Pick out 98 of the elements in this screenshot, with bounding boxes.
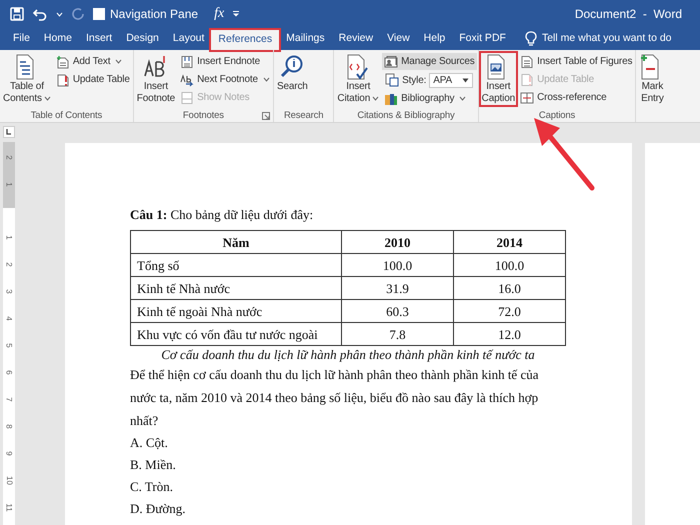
ribbon-small-icon — [56, 72, 70, 86]
formula-button[interactable]: fx — [214, 6, 224, 22]
caret-icon — [372, 96, 380, 101]
table-cell: 12.0 — [454, 322, 566, 346]
ruler-number: 7 — [4, 397, 14, 402]
table-header: 2010 — [342, 230, 454, 254]
save-icon[interactable] — [10, 7, 24, 21]
ribbon-small-icon — [520, 72, 534, 86]
caret-icon — [44, 96, 51, 101]
tab-selector-icon[interactable] — [3, 126, 15, 138]
ribbon-button[interactable]: Cross-reference — [518, 89, 634, 106]
group-label: Citations & Bibliography — [357, 110, 455, 121]
ruler-number: 1 — [4, 182, 14, 187]
caret-icon — [262, 77, 270, 82]
ribbon-tab[interactable]: Foxit PDF — [452, 28, 513, 50]
ribbon-button[interactable]: Insert Caption — [480, 52, 518, 106]
navigation-pane-checkbox[interactable] — [93, 8, 105, 20]
window-title: Document2 - Word — [574, 7, 682, 21]
ribbon-tab[interactable]: Help — [416, 28, 452, 50]
ruler-number: 10 — [4, 476, 14, 485]
customize-icon[interactable] — [232, 11, 240, 17]
table-cell: 31.9 — [342, 276, 454, 300]
table-cell: Khu vực có vốn đầu tư nước ngoài — [130, 322, 342, 346]
ribbon-button[interactable]: Update Table — [54, 71, 132, 88]
undo-icon[interactable] — [32, 7, 48, 21]
dialog-launcher-icon[interactable] — [262, 112, 270, 120]
table-cell: Kinh tế Nhà nước — [130, 276, 342, 300]
ribbon-tab[interactable]: Review — [332, 28, 380, 50]
ribbon-tab[interactable]: Insert — [78, 28, 120, 50]
ribbon-tab[interactable]: References — [211, 30, 280, 50]
caret-icon — [462, 78, 470, 82]
ruler-number: 9 — [4, 451, 14, 456]
navigation-pane-label: Navigation Pane — [110, 7, 198, 21]
ruler-number: 4 — [4, 316, 14, 321]
caret-icon — [115, 59, 122, 64]
ribbon-button[interactable]: Insert Citation — [335, 52, 382, 106]
table-cell: 7.8 — [342, 322, 454, 346]
ruler-number: 5 — [4, 343, 14, 348]
ribbon-button[interactable]: Manage Sources — [382, 53, 477, 70]
ribbon-small-icon — [384, 92, 398, 106]
ribbon-button[interactable]: Insert Table of Figures — [518, 53, 634, 70]
question-paragraph: Để thể hiện cơ cấu doanh thu du lịch lữ hành phân theo thành phần kinh tế của nước ta, năm 2010 và 2014 theo bảng số liệu, biểu đồ nào sau đây là thích hợp nhất? — [130, 366, 540, 430]
table-header: 2014 — [454, 230, 566, 254]
ruler-number: 3 — [4, 289, 14, 294]
ribbon-tab[interactable]: Mailings — [279, 28, 332, 50]
table-cell: 60.3 — [342, 300, 454, 322]
search-icon — [279, 54, 306, 80]
group-label: Captions — [538, 110, 576, 121]
table-header: Năm — [130, 230, 342, 254]
caret-icon — [459, 96, 466, 101]
ruler-number: 2 — [4, 155, 14, 160]
ribbon-small-icon — [56, 54, 70, 68]
tell-me-search[interactable]: Tell me what you want to do — [542, 28, 672, 50]
table-cell: 100.0 — [454, 254, 566, 276]
table-cell: 16.0 — [454, 276, 566, 300]
ribbon-tab[interactable]: Home — [36, 28, 79, 50]
style-dropdown[interactable]: APA — [429, 72, 474, 88]
ribbon-button[interactable]: Insert Footnote — [134, 52, 178, 106]
table-cell: Kinh tế ngoài Nhà nước — [130, 300, 342, 322]
ruler-number: 2 — [4, 262, 14, 267]
ribbon-small-icon — [180, 72, 194, 86]
table-cell: Tổng số — [130, 254, 342, 276]
style-label: Style: — [402, 74, 426, 86]
answer-option: D. Đường. — [130, 498, 632, 520]
ribbon-tab[interactable]: Design — [119, 28, 166, 50]
group-label: Table of Contents — [30, 110, 102, 121]
ribbon-button[interactable]: Bibliography — [382, 90, 477, 107]
ribbon-small-icon — [520, 54, 534, 68]
table-cell: 100.0 — [342, 254, 454, 276]
answer-option: C. Tròn. — [130, 476, 632, 498]
lightbulb-icon[interactable] — [524, 31, 537, 47]
ribbon-small-icon — [520, 90, 534, 104]
ribbon-button[interactable]: Next Footnote — [178, 71, 272, 88]
group-label: Footnotes — [182, 110, 224, 121]
ribbon-small-icon — [384, 54, 398, 68]
answer-option: B. Miền. — [130, 454, 632, 476]
ribbon-tab[interactable]: View — [380, 28, 417, 50]
ribbon-small-icon — [180, 54, 194, 68]
question-text: Câu 1: Cho bảng dữ liệu dưới đây: — [130, 207, 314, 223]
ruler-number: 11 — [4, 503, 14, 512]
ribbon-tab[interactable]: Layout — [166, 28, 212, 50]
group-label: Research — [284, 110, 324, 121]
table-caption: Cơ cấu doanh thu du lịch lữ hành phân theo thành phần kinh tế nước ta — [160, 346, 536, 363]
redo-icon — [71, 7, 85, 21]
table-cell: 72.0 — [454, 300, 566, 322]
ruler-number: 6 — [4, 370, 14, 375]
style-icon — [385, 73, 400, 87]
answer-option: A. Cột. — [130, 432, 632, 454]
ribbon-small-icon — [180, 90, 194, 104]
ribbon-tab[interactable]: File — [6, 28, 37, 50]
ruler-number: 8 — [4, 424, 14, 429]
caret-icon[interactable] — [56, 12, 63, 16]
ribbon-button[interactable]: Insert Endnote — [178, 53, 272, 70]
ribbon-button[interactable]: Table of Contents — [1, 52, 53, 106]
ruler-number: 1 — [4, 235, 14, 240]
ribbon-button[interactable]: Add Text — [54, 53, 132, 70]
ribbon-button[interactable]: Mark Entry — [637, 52, 668, 106]
ribbon-button[interactable]: Search — [274, 52, 310, 106]
